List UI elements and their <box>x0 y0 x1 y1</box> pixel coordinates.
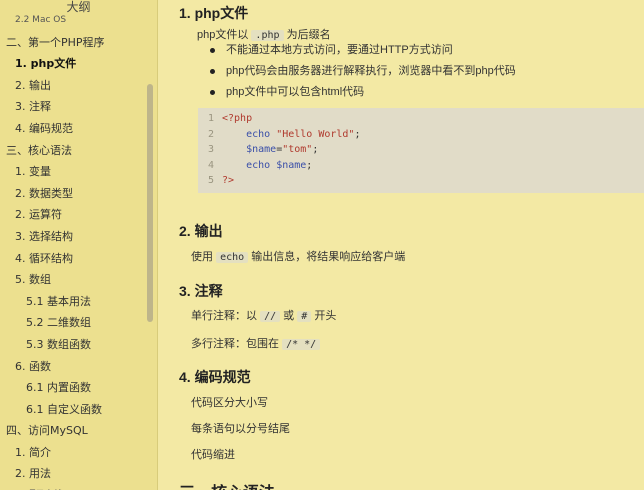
code-line: 1 <?php <box>198 111 644 127</box>
standard-line: 代码区分大小写 <box>191 397 268 409</box>
heading-php-file: 1. php文件 <box>179 5 249 21</box>
inline-code: /* */ <box>282 339 321 350</box>
comment-text: 开头 <box>311 310 337 322</box>
outline-list: 2.2 Mac OS 二、第一个PHP程序 1. php文件 2. 输出 3. 注释 4.… <box>0 10 150 490</box>
outline-item[interactable]: 6.1 自定义函数 <box>0 399 150 421</box>
code-token: $name <box>276 159 307 171</box>
outline-item[interactable]: 四、访问MySQL <box>0 420 150 442</box>
outline-item[interactable]: 2. 输出 <box>0 75 150 97</box>
code-token: echo <box>222 159 277 171</box>
code-token: ?> <box>222 175 235 186</box>
code-token: ; <box>354 128 361 140</box>
outline-item[interactable]: 3. 注释 <box>0 96 150 118</box>
inline-code: # <box>297 311 312 322</box>
code-token: $name <box>222 144 277 155</box>
code-token: ; <box>312 144 319 155</box>
line-number: 4 <box>207 159 214 171</box>
intro-text-suffix: 为后缀名 <box>283 29 331 41</box>
code-token: "tom" <box>282 144 313 155</box>
outline-item[interactable]: 1. 变量 <box>0 161 150 183</box>
code-token: ; <box>306 159 313 171</box>
outline-item[interactable]: 3. 项目实战 <box>0 485 150 490</box>
code-text: <?php <box>222 111 252 127</box>
line-number: 3 <box>207 144 214 155</box>
code-token: <?php <box>222 113 253 124</box>
list-item: 不能通过本地方式访问，要通过HTTP方式访问 <box>210 43 516 64</box>
inline-code: echo <box>216 252 249 263</box>
code-line: 2 echo "Hello World"; <box>198 127 644 143</box>
heading-output: 2. 输出 <box>179 223 223 239</box>
outline-item[interactable]: 5.1 基本用法 <box>0 291 150 313</box>
line-number: 1 <box>207 113 214 124</box>
comment-text: 多行注释：包围在 <box>191 338 283 350</box>
standard-line: 每条语句以分号结尾 <box>191 423 290 435</box>
inline-code: // <box>260 311 281 322</box>
output-text-suffix: 输出信息，将结果响应给客户端 <box>248 251 406 263</box>
outline-item[interactable]: 4. 编码规范 <box>0 118 150 140</box>
outline-item[interactable]: 5.3 数组函数 <box>0 334 150 356</box>
outline-item[interactable]: 2. 用法 <box>0 463 150 485</box>
outline-item[interactable]: 三、核心语法 <box>0 140 150 162</box>
outline-sidebar: 2.2 Mac OS 二、第一个PHP程序 1. php文件 2. 输出 3. 注释 4.… <box>0 0 158 490</box>
php-file-bullets: 不能通过本地方式访问，要通过HTTP方式访问 php代码会由服务器进行解释执行，… <box>210 43 516 106</box>
line-number: 5 <box>207 175 214 186</box>
outline-item[interactable]: 1. 简介 <box>0 442 150 464</box>
code-line: 3 $name="tom"; <box>198 142 644 158</box>
code-block[interactable]: 1 <?php 2 echo "Hello World"; 3 $name="tom"… <box>198 108 644 193</box>
output-text: 使用 echo 输出信息，将结果响应给客户端 <box>191 248 405 264</box>
outline-item[interactable]: 二、第一个PHP程序 <box>0 32 150 54</box>
comment-text: 单行注释：以 <box>191 310 261 322</box>
multi-line-comment-text: 多行注释：包围在 /* */ <box>191 335 321 351</box>
output-text-prefix: 使用 <box>191 251 217 263</box>
standard-line: 代码缩进 <box>191 449 235 461</box>
list-item: php代码会由服务器进行解释执行，浏览器中看不到php代码 <box>210 64 516 85</box>
comment-text: 或 <box>280 310 298 322</box>
code-text: ?> <box>222 173 234 189</box>
code-text: echo "Hello World"; <box>222 127 361 143</box>
outline-item[interactable]: 2. 运算符 <box>0 204 150 226</box>
single-line-comment-text: 单行注释：以 // 或 # 开头 <box>191 307 336 323</box>
heading-core-syntax: 三、核心语法 <box>179 479 275 490</box>
code-token: "Hello World" <box>276 128 355 140</box>
code-token: echo <box>222 128 277 140</box>
php-file-intro: php文件以 .php 为后缀名 <box>197 26 331 42</box>
heading-coding-standards: 4. 编码规范 <box>179 369 251 385</box>
outline-item[interactable]: 2. 数据类型 <box>0 183 150 205</box>
code-text: echo $name; <box>222 158 312 174</box>
intro-text: php文件以 <box>197 29 252 41</box>
outline-item[interactable]: 6.1 内置函数 <box>0 377 150 399</box>
code-line: 5 ?> <box>198 173 644 189</box>
outline-item[interactable]: 1. php文件 <box>0 53 150 75</box>
outline-item[interactable]: 6. 函数 <box>0 356 150 378</box>
inline-code: .php <box>251 30 284 41</box>
line-number: 2 <box>207 128 214 140</box>
code-line: 4 echo $name; <box>198 158 644 174</box>
outline-item[interactable]: 2.2 Mac OS <box>0 10 150 32</box>
outline-item[interactable]: 5. 数组 <box>0 269 150 291</box>
code-text: $name="tom"; <box>222 142 318 158</box>
list-item: php文件中可以包含html代码 <box>210 85 516 106</box>
heading-comments: 3. 注释 <box>179 283 223 299</box>
document-content: 1. php文件 php文件以 .php 为后缀名 不能通过本地方式访问，要通过… <box>158 0 644 490</box>
outline-item[interactable]: 4. 循环结构 <box>0 248 150 270</box>
outline-item[interactable]: 3. 选择结构 <box>0 226 150 248</box>
sidebar-scrollbar-thumb[interactable] <box>147 84 153 322</box>
outline-item[interactable]: 5.2 二维数组 <box>0 312 150 334</box>
